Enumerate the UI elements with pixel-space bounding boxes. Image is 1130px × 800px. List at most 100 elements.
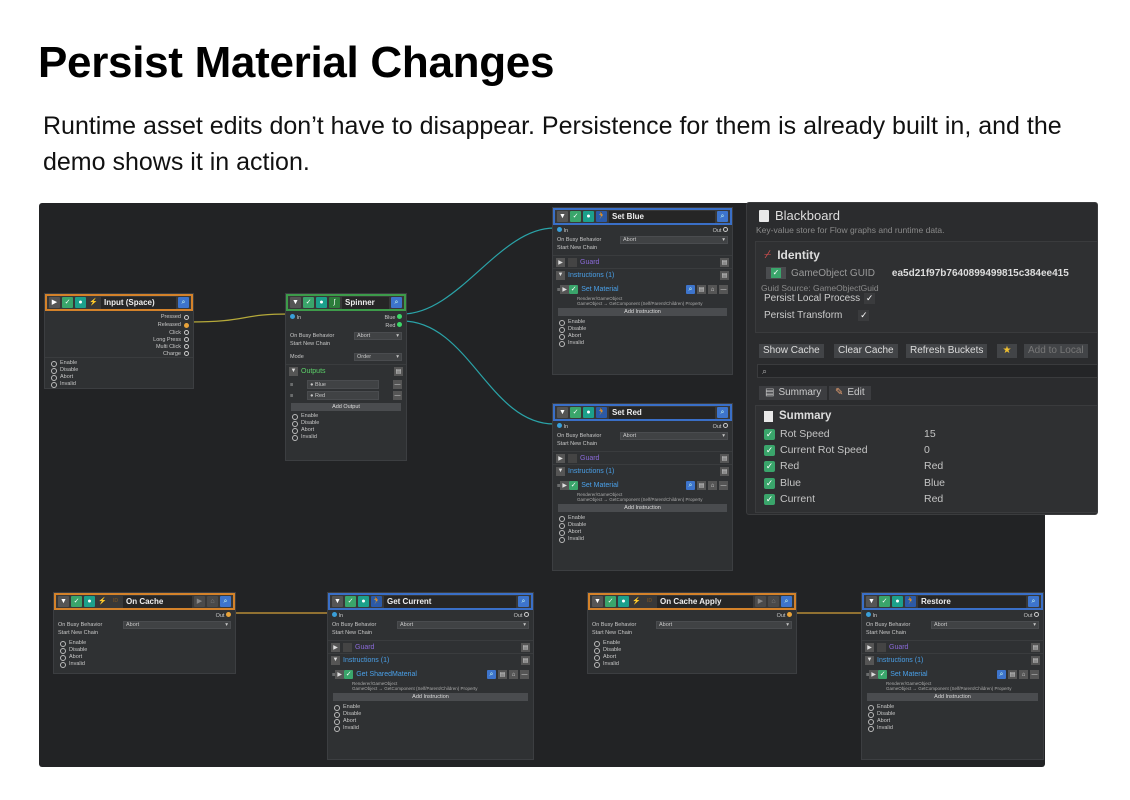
busy-dropdown[interactable]: Abort ▾ xyxy=(123,621,231,629)
home-icon[interactable]: ⌂ xyxy=(207,596,218,607)
node-header[interactable]: ▶ ✓ ● ⚡ Input (Space) ⌕ xyxy=(45,294,193,311)
search-icon[interactable]: ⌕ xyxy=(518,596,529,607)
dot-icon[interactable]: ● xyxy=(618,596,629,607)
search-icon[interactable]: ⌕ xyxy=(178,297,189,308)
star-icon[interactable]: ★ xyxy=(997,344,1017,358)
refresh-buckets-button[interactable]: Refresh Buckets xyxy=(906,344,988,358)
dot-icon[interactable]: ● xyxy=(84,596,95,607)
add-instruction-button[interactable]: Add Instruction xyxy=(333,693,528,701)
collapse-icon[interactable]: ▼ xyxy=(557,407,568,418)
add-output-button[interactable]: Add Output xyxy=(291,403,401,411)
search-icon[interactable]: ⌕ xyxy=(781,596,792,607)
persist-local-checkbox[interactable]: ✓ xyxy=(864,293,876,304)
output-port: Released xyxy=(45,321,193,329)
node-spinner[interactable]: ▼ ✓ ● ∫ Spinner ⌕ In Blue Red On Busy Beh… xyxy=(285,293,407,461)
clear-cache-button[interactable]: Clear Cache xyxy=(834,344,898,358)
collapse-icon[interactable]: ▼ xyxy=(290,297,301,308)
add-instruction-button[interactable]: Add Instruction xyxy=(867,693,1038,701)
instructions-section[interactable]: ▼ Instructions (1) ▤ xyxy=(553,268,732,281)
tab-summary[interactable]: ▤ Summary xyxy=(759,386,828,400)
tab-edit[interactable]: ✎ Edit xyxy=(829,386,871,400)
row-checkbox[interactable]: ✓ xyxy=(764,493,775,505)
output-item[interactable]: ● Blue xyxy=(307,380,380,389)
show-cache-button[interactable]: Show Cache xyxy=(759,344,824,358)
check-icon[interactable]: ✓ xyxy=(345,596,356,607)
add-instruction-button[interactable]: Add Instruction xyxy=(558,308,727,316)
collapse-icon[interactable]: ▼ xyxy=(866,596,877,607)
node-get-current[interactable]: ▼ ✓ ● 🏃 Get Current ⌕ In Out On Busy Beha… xyxy=(327,592,534,760)
collapse-icon[interactable]: ▼ xyxy=(58,596,69,607)
dot-icon[interactable]: ● xyxy=(75,297,86,308)
node-header[interactable]: ▼ ✓ ● 🏃 Set Blue ⌕ xyxy=(553,208,732,225)
node-header[interactable]: ▼ ✓ ● ⚡ ID On Cache ▶ ⌂ ⌕ xyxy=(54,593,235,610)
instruction-label[interactable]: Get SharedMaterial xyxy=(353,671,487,678)
row-checkbox[interactable]: ✓ xyxy=(764,477,775,489)
instructions-section[interactable]: ▼ Instructions (1) ▤ xyxy=(862,653,1043,666)
node-header[interactable]: ▼ ✓ ● ∫ Spinner ⌕ xyxy=(286,294,406,311)
busy-dropdown[interactable]: Abort ▾ xyxy=(354,332,402,340)
dot-icon[interactable]: ● xyxy=(358,596,369,607)
node-on-cache-apply[interactable]: ▼ ✓ ● ⚡ ID On Cache Apply ▶ ⌂ ⌕ Out On B… xyxy=(587,592,797,674)
guard-section[interactable]: ▶ Guard ▤ xyxy=(328,640,533,653)
home-icon[interactable]: ⌂ xyxy=(768,596,779,607)
node-title: Set Blue xyxy=(609,210,715,223)
collapse-icon[interactable]: ▼ xyxy=(332,596,343,607)
instruction-label[interactable]: Set Material xyxy=(578,482,686,489)
instructions-section[interactable]: ▼ Instructions (1) ▤ xyxy=(553,464,732,477)
run-icon: 🏃 xyxy=(596,407,607,418)
node-set-red[interactable]: ▼ ✓ ● 🏃 Set Red ⌕ In Out On Busy Behavior… xyxy=(552,403,733,571)
row-checkbox[interactable]: ✓ xyxy=(764,444,775,456)
guard-section[interactable]: ▶ Guard ▤ xyxy=(862,640,1043,653)
node-on-cache[interactable]: ▼ ✓ ● ⚡ ID On Cache ▶ ⌂ ⌕ Out On Busy Be… xyxy=(53,592,236,674)
node-header[interactable]: ▼ ✓ ● 🏃 Set Red ⌕ xyxy=(553,404,732,421)
busy-dropdown[interactable]: Abort ▾ xyxy=(931,621,1039,629)
node-header[interactable]: ▼ ✓ ● ⚡ ID On Cache Apply ▶ ⌂ ⌕ xyxy=(588,593,796,610)
check-icon[interactable]: ✓ xyxy=(570,211,581,222)
node-restore[interactable]: ▼ ✓ ● 🏃 Restore ⌕ In Out On Busy Behavior… xyxy=(861,592,1044,760)
check-icon[interactable]: ✓ xyxy=(879,596,890,607)
instruction-label[interactable]: Set Material xyxy=(887,671,997,678)
play-icon[interactable]: ▶ xyxy=(755,596,766,607)
add-instruction-button[interactable]: Add Instruction xyxy=(558,504,727,512)
check-icon[interactable]: ✓ xyxy=(303,297,314,308)
dot-icon[interactable]: ● xyxy=(892,596,903,607)
check-icon[interactable]: ✓ xyxy=(71,596,82,607)
node-input-space[interactable]: ▶ ✓ ● ⚡ Input (Space) ⌕ Pressed Released… xyxy=(44,293,194,389)
instruction-label[interactable]: Set Material xyxy=(578,286,686,293)
collapse-icon[interactable]: ▼ xyxy=(557,211,568,222)
search-icon[interactable]: ⌕ xyxy=(220,596,231,607)
dot-icon[interactable]: ● xyxy=(583,211,594,222)
search-icon[interactable]: ⌕ xyxy=(391,297,402,308)
guid-toggle[interactable]: ✓ xyxy=(766,267,786,279)
output-item[interactable]: ● Red xyxy=(307,391,380,400)
collapse-icon[interactable]: ▼ xyxy=(592,596,603,607)
dot-icon[interactable]: ● xyxy=(583,407,594,418)
dot-icon[interactable]: ● xyxy=(316,297,327,308)
search-icon[interactable]: ⌕ xyxy=(717,211,728,222)
mode-dropdown[interactable]: Order ▾ xyxy=(354,353,402,361)
in-port[interactable]: In xyxy=(290,313,301,321)
play-icon[interactable]: ▶ xyxy=(194,596,205,607)
guard-section[interactable]: ▶ Guard ▤ xyxy=(553,255,732,268)
busy-dropdown[interactable]: Abort ▾ xyxy=(620,432,728,440)
busy-dropdown[interactable]: Abort ▾ xyxy=(656,621,792,629)
check-icon[interactable]: ✓ xyxy=(62,297,73,308)
node-header[interactable]: ▼ ✓ ● 🏃 Restore ⌕ xyxy=(862,593,1043,610)
row-checkbox[interactable]: ✓ xyxy=(764,460,775,472)
persist-transform-checkbox[interactable]: ✓ xyxy=(858,310,870,321)
search-icon[interactable]: ⌕ xyxy=(1028,596,1039,607)
node-set-blue[interactable]: ▼ ✓ ● 🏃 Set Blue ⌕ In Out On Busy Behavio… xyxy=(552,207,733,375)
search-input[interactable]: ⌕ xyxy=(757,364,1097,378)
outputs-section[interactable]: ▼ Outputs ▤ xyxy=(286,364,406,377)
busy-dropdown[interactable]: Abort ▾ xyxy=(620,236,728,244)
row-checkbox[interactable]: ✓ xyxy=(764,428,775,440)
search-icon[interactable]: ⌕ xyxy=(717,407,728,418)
node-header[interactable]: ▼ ✓ ● 🏃 Get Current ⌕ xyxy=(328,593,533,610)
check-icon[interactable]: ✓ xyxy=(570,407,581,418)
busy-dropdown[interactable]: Abort ▾ xyxy=(397,621,529,629)
add-to-local-button[interactable]: Add to Local xyxy=(1024,344,1088,358)
check-icon[interactable]: ✓ xyxy=(605,596,616,607)
play-icon[interactable]: ▶ xyxy=(49,297,60,308)
guard-section[interactable]: ▶ Guard ▤ xyxy=(553,451,732,464)
instructions-section[interactable]: ▼ Instructions (1) ▤ xyxy=(328,653,533,666)
